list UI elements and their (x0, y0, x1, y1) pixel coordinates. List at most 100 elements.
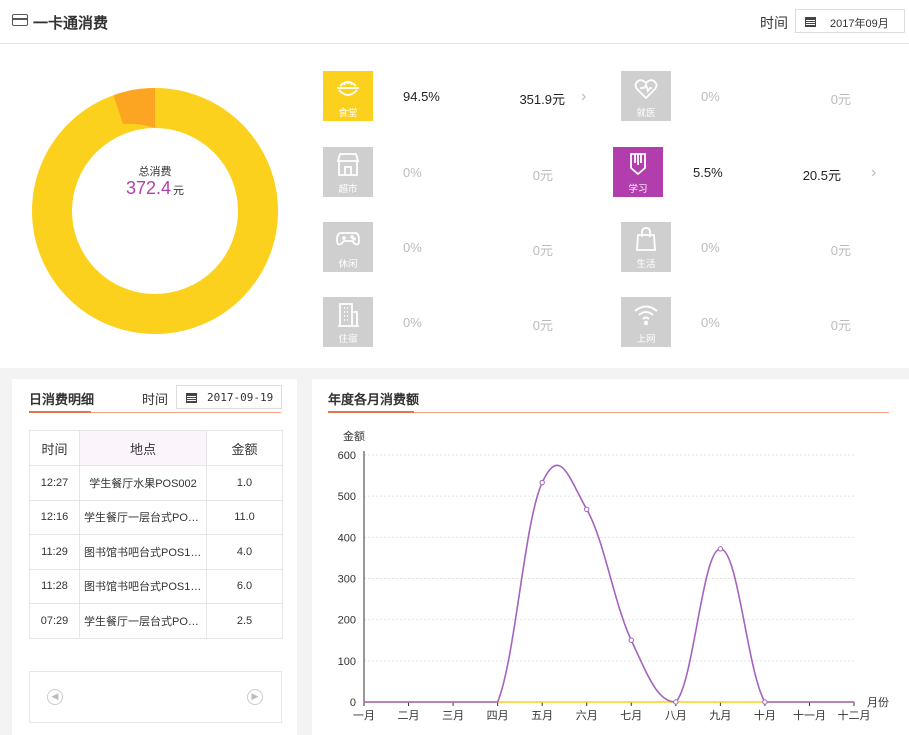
y-tick-label: 200 (338, 615, 356, 627)
category-name: 学习 (628, 184, 648, 195)
cell-location: 学生餐厅一层台式POS1... (79, 603, 207, 639)
time-label: 时间 (760, 15, 788, 31)
category-tile: 休闲 (323, 222, 373, 272)
category-tile: 住宿 (323, 297, 373, 347)
heart-icon (634, 79, 658, 100)
cell-time: 11:28 (29, 568, 80, 604)
table-row[interactable]: 07:29 学生餐厅一层台式POS1... 2.5 (29, 603, 283, 639)
cell-amount: 6.0 (206, 568, 283, 604)
category-tile: 就医 (621, 71, 671, 121)
cell-time: 12:16 (29, 499, 80, 535)
category-name: 休闲 (338, 259, 358, 270)
column-header-location[interactable]: 地点 (79, 430, 207, 466)
category-percent: 0% (701, 89, 720, 104)
cell-amount: 11.0 (206, 499, 283, 535)
category-tile: 学习 (613, 147, 663, 197)
category-name: 上网 (636, 334, 656, 345)
y-tick-label: 0 (350, 697, 356, 709)
cell-location: 学生餐厅一层台式POS2... (79, 499, 207, 535)
category-leisure[interactable]: 休闲 0% 0元 (323, 222, 553, 272)
month-picker[interactable]: 2017年09月 (795, 9, 905, 33)
gamepad-icon (336, 232, 360, 246)
x-axis-label: 月份 (867, 696, 889, 709)
x-tick-label: 八月 (665, 710, 687, 722)
category-tile: 上网 (621, 297, 671, 347)
x-tick-label: 六月 (576, 709, 598, 722)
category-percent: 0% (701, 240, 720, 255)
month-value: 2017年09月 (830, 18, 889, 30)
building-icon (338, 303, 359, 327)
x-tick-label: 五月 (531, 710, 553, 722)
donut-center: 总消费 372.4 元 (32, 88, 278, 334)
x-tick-label: 四月 (487, 710, 509, 722)
category-living[interactable]: 生活 0% 0元 (621, 222, 883, 272)
calendar-icon (186, 392, 197, 403)
category-supermarket[interactable]: 超市 0% 0元 (323, 147, 553, 197)
table-row[interactable]: 11:28 图书馆书吧台式POS142 6.0 (29, 568, 283, 604)
cell-amount: 2.5 (206, 603, 283, 639)
next-circle-icon[interactable]: ▶ (247, 689, 263, 705)
date-value: 2017-09-19 (207, 391, 274, 404)
prev-circle-icon[interactable]: ◀ (47, 689, 63, 705)
cell-time: 11:29 (29, 534, 80, 570)
table-header-row: 时间 地点 金额 (29, 430, 283, 466)
x-tick-label: 七月 (620, 709, 642, 722)
date-picker[interactable]: 2017-09-19 (176, 385, 282, 409)
daily-detail-card: 日消费明细 时间 2017-09-19 时间 地点 金额 12:27 学生餐厅水… (12, 379, 297, 735)
page-header: 一卡通消费 时间 2017年09月 (0, 0, 909, 44)
column-header-amount[interactable]: 金额 (206, 430, 283, 466)
bowl-icon (337, 81, 359, 96)
shopping-bag-icon (636, 227, 656, 251)
total-unit: 元 (173, 185, 185, 197)
category-amount: 0元 (532, 243, 553, 258)
data-point (628, 637, 634, 643)
x-tick-label: 十一月 (793, 708, 826, 722)
store-icon (336, 153, 360, 176)
y-axis-label: 金额 (343, 429, 365, 443)
data-point (584, 506, 590, 513)
category-tile: 食堂 (323, 71, 373, 121)
data-point (762, 699, 768, 705)
category-study[interactable]: 学习 5.5% 20.5元 › (613, 147, 885, 197)
monthly-line-chart: 0 100 200 300 400 500 600 金额月份一月 二月 三月 四月 五月 六月 七月 八月 九… (338, 429, 889, 722)
x-tick-label: 九月 (709, 709, 731, 722)
category-percent: 0% (701, 315, 720, 330)
table-row[interactable]: 12:27 学生餐厅水果POS002 1.0 (29, 465, 283, 501)
category-name: 生活 (636, 259, 656, 270)
category-housing[interactable]: 住宿 0% 0元 (323, 297, 553, 347)
y-tick-label: 600 (338, 450, 356, 462)
category-percent: 0% (403, 165, 422, 180)
cell-location: 学生餐厅水果POS002 (79, 465, 207, 501)
title-accent (29, 411, 91, 413)
chevron-right-icon[interactable]: › (581, 88, 595, 105)
column-header-time[interactable]: 时间 (29, 430, 80, 466)
category-canteen[interactable]: 食堂 94.5% 351.9元 › (323, 71, 595, 121)
y-tick-label: 300 (338, 574, 356, 586)
cell-time: 12:27 (29, 465, 80, 501)
daily-time-label: 时间 (142, 392, 169, 407)
category-amount: 20.5元 (802, 168, 841, 183)
card-icon (12, 14, 28, 26)
table-row[interactable]: 12:16 学生餐厅一层台式POS2... 11.0 (29, 499, 283, 535)
x-tick-label: 十二月 (838, 708, 871, 722)
x-tick-label: 十月 (754, 708, 776, 722)
y-tick-label: 100 (338, 656, 356, 668)
category-amount: 0元 (830, 243, 851, 258)
calendar-icon (805, 16, 816, 27)
wifi-icon (634, 305, 658, 326)
cell-location: 图书馆书吧台式POS142 (79, 568, 207, 604)
chevron-right-icon[interactable]: › (871, 164, 885, 181)
series-line (364, 464, 854, 703)
cell-time: 07:29 (29, 603, 80, 639)
daily-title: 日消费明细 (29, 392, 95, 407)
category-percent: 0% (403, 315, 422, 330)
table-row[interactable]: 11:29 图书馆书吧台式POS142 4.0 (29, 534, 283, 570)
data-point (717, 546, 724, 552)
category-amount: 0元 (532, 168, 553, 183)
category-name: 超市 (338, 184, 358, 195)
category-internet[interactable]: 上网 0% 0元 (621, 297, 883, 347)
category-name: 就医 (636, 108, 656, 119)
category-name: 住宿 (338, 334, 358, 345)
cell-location: 图书馆书吧台式POS142 (79, 534, 207, 570)
category-medical[interactable]: 就医 0% 0元 (621, 71, 883, 121)
